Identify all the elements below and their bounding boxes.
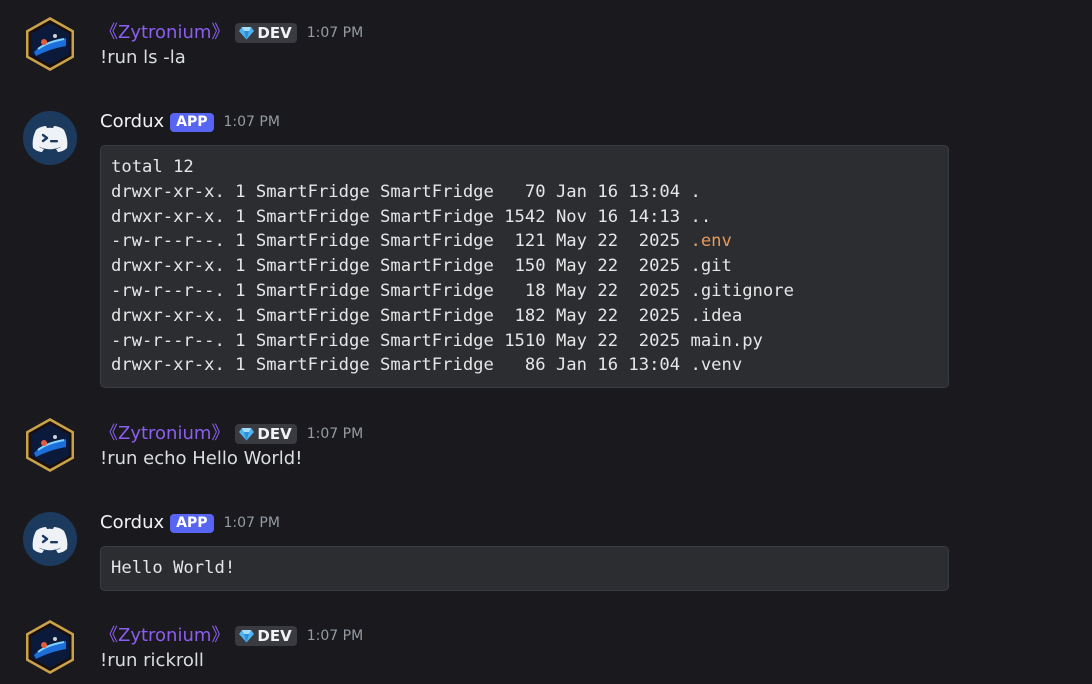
dev-badge: DEV (235, 424, 297, 444)
dev-badge: DEV (235, 23, 297, 43)
timestamp: 1:07 PM (223, 515, 280, 531)
code-line: -rw-r--r--. 1 SmartFridge SmartFridge 18… (111, 280, 794, 301)
code-line: drwxr-xr-x. 1 SmartFridge SmartFridge 86… (111, 355, 743, 376)
timestamp: 1:07 PM (306, 628, 364, 644)
gem-icon (239, 427, 255, 441)
code-text: -rw-r--r--. 1 SmartFridge SmartFridge 12… (111, 231, 691, 252)
timestamp: 1:07 PM (306, 426, 364, 442)
timestamp: 1:07 PM (306, 25, 364, 41)
username[interactable]: Cordux (100, 510, 164, 536)
app-badge: APP (170, 513, 214, 533)
user-avatar[interactable] (22, 417, 78, 473)
code-line: drwxr-xr-x. 1 SmartFridge SmartFridge 15… (111, 256, 732, 277)
code-line: drwxr-xr-x. 1 SmartFridge SmartFridge 18… (111, 305, 743, 326)
badge-label: DEV (257, 627, 292, 645)
bot-avatar[interactable] (22, 110, 78, 166)
bot-avatar[interactable] (22, 511, 78, 567)
gem-icon (239, 629, 255, 643)
code-line: -rw-r--r--. 1 SmartFridge SmartFridge 15… (111, 330, 763, 351)
message-text: !run ls -la (100, 47, 186, 68)
code-line: total 12 (111, 157, 194, 177)
message-text: !run echo Hello World! (100, 448, 303, 469)
code-block: total 12 drwxr-xr-x. 1 SmartFridge SmartF… (100, 145, 949, 389)
username[interactable]: 《Zytronium》 (100, 20, 229, 46)
code-line: Hello World! (111, 558, 236, 578)
user-avatar[interactable] (22, 619, 78, 675)
message-header: 《Zytronium》 DEV 1:07 PM (100, 20, 363, 46)
gem-icon (239, 26, 255, 40)
timestamp: 1:07 PM (223, 114, 280, 130)
username[interactable]: Cordux (100, 109, 164, 135)
dev-badge: DEV (235, 626, 297, 646)
code-line: drwxr-xr-x. 1 SmartFridge SmartFridge 15… (111, 206, 712, 227)
username[interactable]: 《Zytronium》 (100, 421, 229, 447)
message-text: !run rickroll (100, 650, 204, 671)
code-line: drwxr-xr-x. 1 SmartFridge SmartFridge 70… (111, 181, 701, 202)
message-header: Cordux APP 1:07 PM (100, 109, 280, 135)
message-header: 《Zytronium》 DEV 1:07 PM (100, 623, 363, 649)
chat-messages: 《Zytronium》 DEV 1:07 PM !run ls -la Cord… (0, 0, 1092, 684)
user-avatar[interactable] (22, 16, 78, 72)
badge-label: DEV (257, 425, 292, 443)
badge-label: DEV (257, 24, 292, 42)
code-block: Hello World! (100, 546, 949, 591)
username[interactable]: 《Zytronium》 (100, 623, 229, 649)
code-line: -rw-r--r--. 1 SmartFridge SmartFridge 12… (111, 229, 938, 254)
message-header: 《Zytronium》 DEV 1:07 PM (100, 421, 363, 447)
code-highlight: .env (690, 231, 732, 252)
message-header: Cordux APP 1:07 PM (100, 510, 280, 536)
app-badge: APP (170, 112, 214, 132)
